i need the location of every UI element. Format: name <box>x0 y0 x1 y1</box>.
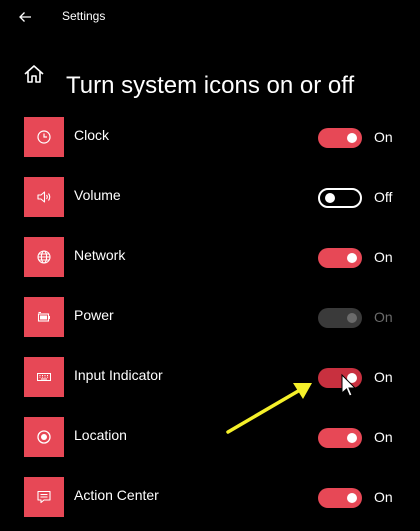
setting-row-action-center: Action Center On <box>0 477 420 517</box>
setting-row-power: Power On <box>0 297 420 337</box>
toggle-state: On <box>374 309 393 325</box>
location-icon <box>37 430 51 444</box>
keyboard-icon <box>37 373 51 381</box>
home-button[interactable] <box>22 62 46 86</box>
setting-row-volume: Volume Off <box>0 177 420 217</box>
back-arrow-icon <box>19 12 31 22</box>
power-tile <box>24 297 64 337</box>
clock-toggle[interactable] <box>318 128 362 148</box>
toggle-knob <box>347 493 357 503</box>
home-icon <box>24 65 44 83</box>
network-tile <box>24 237 64 277</box>
action-center-tile <box>24 477 64 517</box>
setting-row-location: Location On <box>0 417 420 457</box>
toggle-knob <box>347 373 357 383</box>
toggle-state: On <box>374 429 393 445</box>
network-toggle[interactable] <box>318 248 362 268</box>
input-indicator-toggle[interactable] <box>318 368 362 388</box>
volume-tile <box>24 177 64 217</box>
toggle-state: On <box>374 129 393 145</box>
toggle-knob <box>325 193 335 203</box>
back-button[interactable] <box>14 6 36 28</box>
toggle-state: Off <box>374 189 393 205</box>
toggle-state: On <box>374 489 393 505</box>
toggle-knob <box>347 433 357 443</box>
setting-label: Clock <box>74 127 110 143</box>
toggle-knob <box>347 313 357 323</box>
location-toggle[interactable] <box>318 428 362 448</box>
power-toggle[interactable] <box>318 308 362 328</box>
toggle-knob <box>347 133 357 143</box>
toggle-state: On <box>374 369 393 385</box>
message-icon <box>37 490 51 504</box>
input-indicator-tile <box>24 357 64 397</box>
clock-tile <box>24 117 64 157</box>
setting-label: Power <box>74 307 114 323</box>
setting-label: Input Indicator <box>74 367 163 383</box>
setting-label: Location <box>74 427 127 443</box>
title-bar: Settings <box>0 0 420 34</box>
page-title: Turn system icons on or off <box>66 72 355 100</box>
location-tile <box>24 417 64 457</box>
app-title: Settings <box>62 9 106 23</box>
toggle-state: On <box>374 249 393 265</box>
setting-label: Volume <box>74 187 121 203</box>
setting-label: Network <box>74 247 126 263</box>
setting-row-network: Network On <box>0 237 420 277</box>
toggle-knob <box>347 253 357 263</box>
setting-label: Action Center <box>74 487 159 503</box>
battery-icon <box>37 311 50 322</box>
setting-row-input-indicator: Input Indicator On <box>0 357 420 397</box>
globe-icon <box>37 250 51 264</box>
action-center-toggle[interactable] <box>318 488 362 508</box>
clock-icon <box>37 130 51 144</box>
setting-row-clock: Clock On <box>0 117 420 157</box>
speaker-icon <box>37 191 51 203</box>
volume-toggle[interactable] <box>318 188 362 208</box>
